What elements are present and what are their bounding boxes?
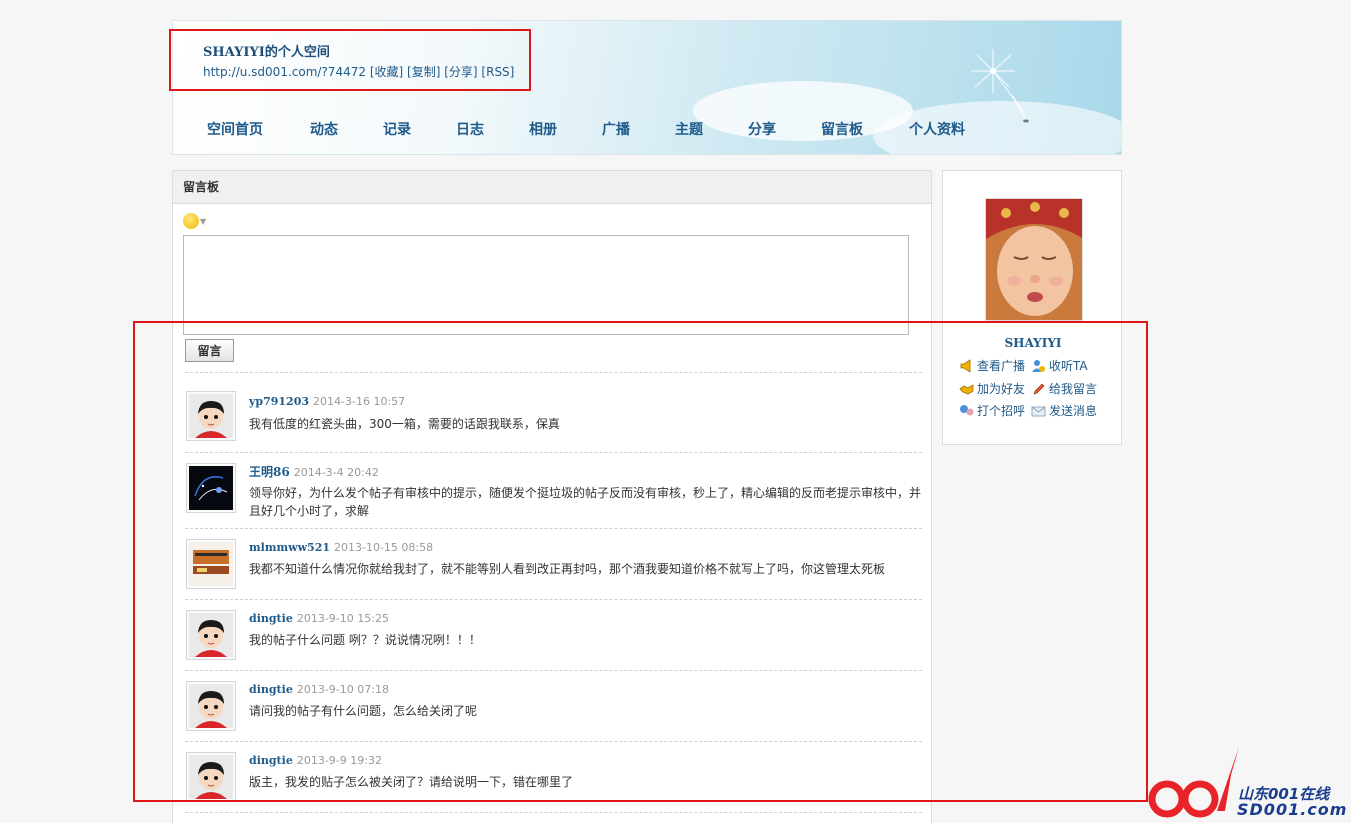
nav-album[interactable]: 相册: [529, 119, 557, 139]
nav-share[interactable]: 分享: [748, 119, 776, 139]
guestbook-title: 留言板: [173, 171, 931, 204]
annotation-box-comments: [133, 321, 1148, 802]
nav-record[interactable]: 记录: [383, 119, 411, 139]
nav-blog[interactable]: 日志: [456, 119, 484, 139]
nav-topic[interactable]: 主题: [675, 119, 703, 139]
nav-profile[interactable]: 个人资料: [909, 119, 965, 139]
profile-photo[interactable]: [985, 198, 1083, 321]
caret-down-icon[interactable]: ▼: [200, 217, 206, 226]
nav-broadcast[interactable]: 广播: [602, 119, 630, 139]
baby-photo-image: [986, 199, 1082, 320]
watermark-domain: SD001.com: [1237, 800, 1348, 819]
sd001-watermark-logo: 山东001在线 SD001.com: [1145, 745, 1351, 823]
nav-activity[interactable]: 动态: [310, 119, 338, 139]
page: SHAYIYI的个人空间 http://u.sd001.com/?74472 […: [0, 0, 1351, 823]
emoticon-icon[interactable]: [183, 213, 199, 229]
nav-home[interactable]: 空间首页: [207, 119, 263, 139]
nav-guestbook[interactable]: 留言板: [821, 119, 863, 139]
dandelion-decoration: [971, 49, 1029, 123]
annotation-box-header: [169, 29, 531, 91]
message-input[interactable]: [183, 235, 909, 335]
